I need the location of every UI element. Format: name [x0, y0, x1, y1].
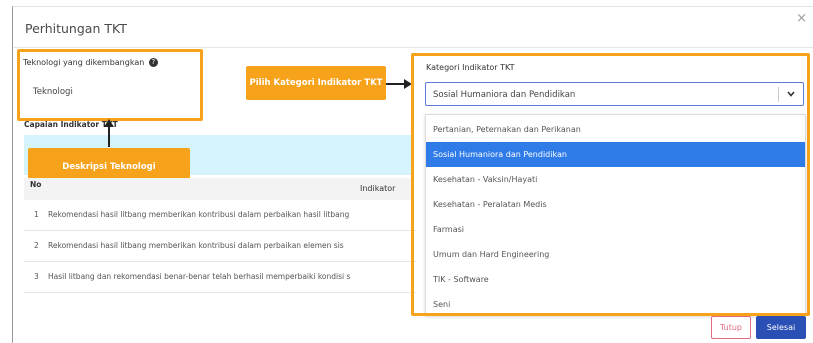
title-divider: [13, 47, 813, 48]
modal-title: Perhitungan TKT: [25, 21, 127, 36]
row-number: 2: [34, 241, 39, 250]
pilih-callout: Pilih Kategori Indikator TKT: [246, 66, 386, 100]
selesai-button[interactable]: Selesai: [756, 316, 806, 339]
row-indicator-text: Rekomendasi hasil litbang memberikan kon…: [48, 241, 344, 250]
row-number: 3: [34, 272, 39, 281]
technology-highlight-box: [17, 49, 203, 121]
table-row[interactable]: 2 Rekomendasi hasil litbang memberikan k…: [24, 231, 416, 262]
pilih-arrow-line: [386, 83, 406, 85]
deskripsi-arrow-head: [104, 119, 114, 127]
table-header: [24, 178, 414, 200]
header-indicator: Indikator: [360, 184, 396, 193]
deskripsi-arrow-line: [108, 125, 110, 147]
category-highlight-box: [411, 53, 810, 316]
row-number: 1: [34, 210, 39, 219]
close-icon[interactable]: ×: [796, 11, 807, 26]
tutup-button[interactable]: Tutup: [711, 316, 751, 339]
row-indicator-text: Rekomendasi hasil litbang memberikan kon…: [48, 210, 350, 219]
header-no: No: [30, 180, 42, 189]
row-indicator-text: Hasil litbang dan rekomendasi benar-bena…: [48, 272, 351, 281]
table-row[interactable]: 1 Rekomendasi hasil litbang memberikan k…: [24, 200, 416, 231]
table-row[interactable]: 3 Hasil litbang dan rekomendasi benar-be…: [24, 262, 416, 293]
